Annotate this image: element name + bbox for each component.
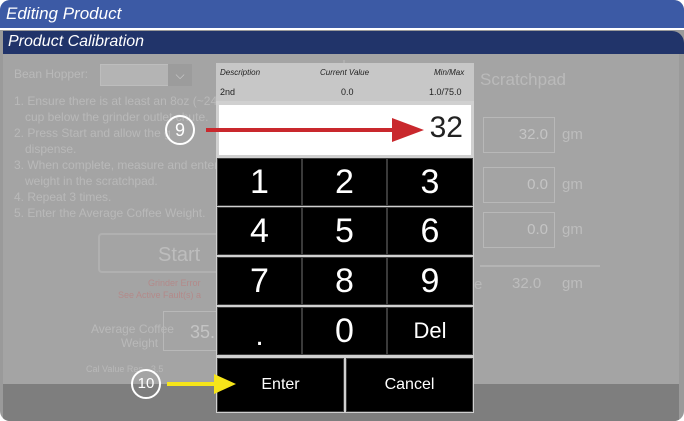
description-value: 2nd [220,87,236,97]
active-fault-text: See Active Fault(s) a [118,290,202,300]
key-delete[interactable]: Del [387,307,473,355]
key-7[interactable]: 7 [217,257,302,305]
unit-label: gm [562,221,583,238]
scratchpad-field-2[interactable]: 0.0 [483,167,555,203]
key-5[interactable]: 5 [302,207,387,255]
unit-label: gm [562,275,583,292]
minmax-header: Min/Max [434,68,465,77]
key-1[interactable]: 1 [217,158,302,206]
chevron-down-icon[interactable]: ⌵ [168,64,192,86]
scratchpad-average: 32.0 [512,275,542,292]
key-decimal[interactable]: . [217,307,302,355]
instruction-line: weight in the scratchpad. [25,174,158,188]
scratchpad-title: Scratchpad [480,70,566,89]
instruction-line: 2. Press Start and allow the g [14,126,171,140]
instruction-line: 5. Enter the Average Coffee Weight. [14,206,206,220]
current-value-header: Current Value [320,68,370,77]
page-title: Editing Product [6,4,122,23]
instruction-line: 3. When complete, measure and enter [14,158,219,172]
entry-display[interactable]: 32 [219,105,471,155]
key-8[interactable]: 8 [302,257,387,305]
numeric-keypad-dialog: Description Current Value Min/Max 2nd 0.… [216,63,474,413]
unit-label: gm [562,126,583,143]
instruction-line: 1. Ensure there is at least an 8oz (~240 [14,94,224,108]
grinder-error-text: Grinder Error [148,278,201,288]
entry-value: 32 [429,111,463,144]
key-9[interactable]: 9 [387,257,473,305]
avg-weight-label: Weight [121,336,159,350]
section-bar: Product Calibration [3,31,684,54]
scratchpad-field-3[interactable]: 0.0 [483,212,555,248]
keypad-header: Description Current Value Min/Max 2nd 0.… [216,63,474,101]
avg-weight-label: Average Coffee [91,322,174,336]
scratchpad-field-1[interactable]: 32.0 [483,117,555,153]
step-9-badge: 9 [165,115,195,145]
key-0[interactable]: 0 [302,307,387,355]
avg-weight-input[interactable]: 35. [163,311,223,351]
app-window: Editing Product Product Calibration Bean… [0,0,684,421]
enter-button[interactable]: Enter [217,358,344,412]
key-4[interactable]: 4 [217,207,302,255]
key-3[interactable]: 3 [387,158,473,206]
title-bar: Editing Product [0,0,684,30]
step-10-badge: 10 [131,369,161,399]
minmax-value: 1.0/75.0 [429,87,462,97]
bean-hopper-label: Bean Hopper: [14,67,89,81]
section-title: Product Calibration [8,33,145,50]
instruction-line: dispense. [25,142,77,156]
divider-line [480,265,600,267]
unit-label: gm [562,176,583,193]
description-header: Description [220,68,261,77]
key-2[interactable]: 2 [302,158,387,206]
key-6[interactable]: 6 [387,207,473,255]
cancel-button[interactable]: Cancel [346,358,473,412]
average-label-fragment: e [474,276,483,293]
instruction-line: 4. Repeat 3 times. [14,190,112,204]
current-value: 0.0 [341,87,354,97]
